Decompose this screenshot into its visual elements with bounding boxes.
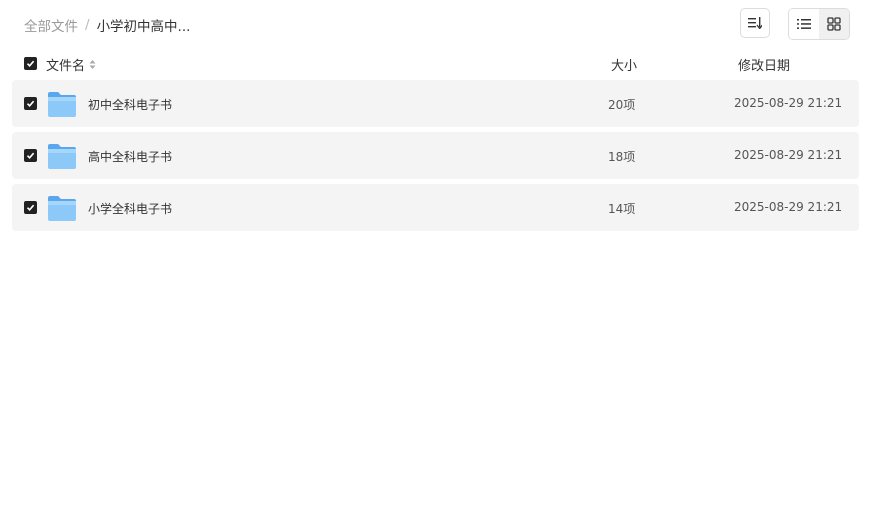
file-name[interactable]: 初中全科电子书 bbox=[88, 96, 172, 113]
table-row[interactable]: 小学全科电子书 14项 2025-08-29 21:21 bbox=[12, 184, 859, 231]
folder-icon bbox=[48, 144, 76, 169]
breadcrumb-current: 小学初中高中... bbox=[96, 19, 191, 35]
view-toggle bbox=[788, 8, 850, 40]
file-date: 2025-08-29 21:21 bbox=[734, 200, 843, 214]
file-date: 2025-08-29 21:21 bbox=[734, 96, 843, 110]
folder-icon bbox=[48, 92, 76, 117]
row-checkbox[interactable] bbox=[24, 97, 37, 110]
file-size: 18项 bbox=[608, 150, 636, 164]
file-size: 20项 bbox=[608, 98, 636, 112]
table-row[interactable]: 高中全科电子书 18项 2025-08-29 21:21 bbox=[12, 132, 859, 179]
sort-button[interactable] bbox=[740, 8, 770, 38]
breadcrumb-root[interactable]: 全部文件 bbox=[24, 15, 78, 35]
folder-icon bbox=[48, 196, 76, 221]
row-checkbox[interactable] bbox=[24, 201, 37, 214]
file-date: 2025-08-29 21:21 bbox=[734, 148, 843, 162]
checkmark-icon bbox=[26, 204, 35, 211]
checkmark-icon bbox=[26, 60, 35, 67]
table-row[interactable]: 初中全科电子书 20项 2025-08-29 21:21 bbox=[12, 80, 859, 127]
checkmark-icon bbox=[26, 100, 35, 107]
row-checkbox[interactable] bbox=[24, 149, 37, 162]
checkmark-icon bbox=[26, 152, 35, 159]
table-header: 文件名 大小 修改日期 bbox=[0, 52, 874, 76]
grid-view-icon bbox=[827, 17, 841, 31]
sort-list-icon bbox=[748, 17, 762, 29]
list-view-button[interactable] bbox=[789, 9, 819, 39]
file-name[interactable]: 小学全科电子书 bbox=[88, 200, 172, 217]
column-header-name[interactable]: 文件名 bbox=[46, 55, 96, 74]
column-header-size[interactable]: 大小 bbox=[611, 55, 637, 74]
column-header-name-label: 文件名 bbox=[46, 59, 86, 74]
grid-view-button[interactable] bbox=[819, 9, 849, 39]
column-header-date[interactable]: 修改日期 bbox=[738, 55, 790, 74]
breadcrumb: 全部文件 / 小学初中高中... bbox=[24, 15, 190, 35]
sort-arrows-icon bbox=[89, 60, 96, 69]
file-size: 14项 bbox=[608, 202, 636, 216]
breadcrumb-separator: / bbox=[85, 17, 90, 33]
list-view-icon bbox=[797, 19, 811, 29]
file-name[interactable]: 高中全科电子书 bbox=[88, 148, 172, 165]
select-all-checkbox[interactable] bbox=[24, 57, 37, 70]
top-bar: 全部文件 / 小学初中高中... bbox=[0, 0, 874, 48]
